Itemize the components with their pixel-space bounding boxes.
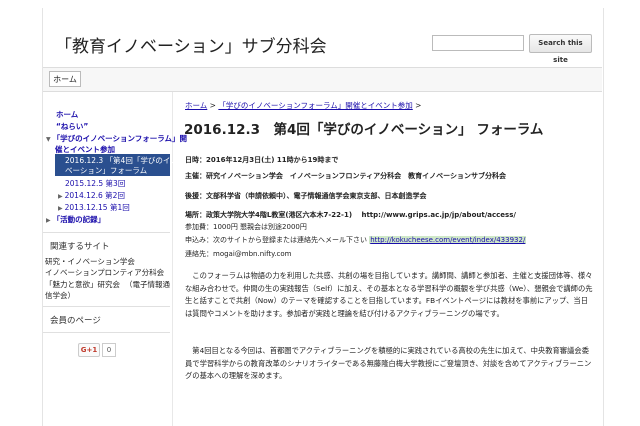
sidebar-item-2014-label: 2014.12.6 第2回 <box>64 191 125 200</box>
sidebar-item-forum[interactable]: ▼ 「学びのイノベーションフォーラム」開 <box>46 134 187 145</box>
event-support: 後援：文部科学省（申請依頼中）、電子情報通信学会東京支部、日本創造学会 <box>185 192 427 200</box>
event-apply: 申込み：次のサイトから登録または連絡先へメール下さい http://kokuch… <box>185 235 527 245</box>
sidebar-item-aim[interactable]: “ねらい” <box>56 122 88 132</box>
sidebar-item-forum-label: 「学びのイノベーションフォーラム」開 <box>52 134 188 143</box>
breadcrumb-home[interactable]: ホーム <box>185 101 207 110</box>
event-contact: 連絡先：mogai@mbn.nifty.com <box>185 250 292 258</box>
detail-paragraph: 第4回目となる今回は、首都圏でアクティブラーニングを積極的に実践されている高校の… <box>185 346 592 380</box>
expand-right-icon[interactable]: ▶ <box>46 216 51 226</box>
breadcrumb: ホーム > 「学びのイノベーションフォーラム」開催とイベント参加 > <box>185 100 421 111</box>
sidebar-divider <box>43 332 170 333</box>
gplus-button[interactable]: G+1 <box>78 343 100 357</box>
sidebar-item-records-label: 「活動の記録」 <box>52 215 106 224</box>
sidebar-divider <box>43 306 170 307</box>
apply-text: 申込み：次のサイトから登録または連絡先へメール下さい <box>185 236 367 244</box>
related-link-ieice[interactable]: （電子情報通 <box>125 280 170 290</box>
search-button[interactable]: Search this site <box>529 34 592 64</box>
related-sites-heading: 関連するサイト <box>50 242 110 252</box>
tab-home[interactable]: ホーム <box>49 71 81 87</box>
breadcrumb-parent[interactable]: 「学びのイノベーションフォーラム」開催とイベント参加 <box>218 101 412 110</box>
sidebar-item-2015[interactable]: 2015.12.5 第3回 <box>65 179 125 189</box>
search-input[interactable] <box>432 35 524 51</box>
site-title[interactable]: 「教育イノベーション」サブ分科会 <box>55 32 327 57</box>
breadcrumb-separator: > <box>415 101 422 110</box>
expand-right-icon[interactable]: ▶ <box>58 192 63 202</box>
expand-right-icon[interactable]: ▶ <box>58 204 63 214</box>
sidebar-divider <box>43 232 170 233</box>
event-date: 日時：2016年12月3日(土) 11時から19時まで <box>185 156 339 164</box>
related-link-society[interactable]: 研究・イノベーション学会 <box>45 257 135 267</box>
event-organizer: 主催：研究イノベーション学会 イノベーションフロンティア分科会 教育イノベーショ… <box>185 172 506 180</box>
sidebar-item-2014[interactable]: ▶ 2014.12.6 第2回 <box>58 191 125 202</box>
members-page-heading[interactable]: 会員のページ <box>50 314 101 326</box>
apply-link[interactable]: http://kokucheese.com/event/index/433932… <box>369 236 527 244</box>
related-link-miryoku[interactable]: 「魅力と意欲」研究会 <box>45 280 120 290</box>
sidebar-item-2013[interactable]: ▶ 2013.12.15 第1回 <box>58 203 130 214</box>
top-nav-bar <box>43 67 602 92</box>
sidebar-item-2013-label: 2013.12.15 第1回 <box>64 203 130 212</box>
sidebar-item-2016[interactable]: 2016.12.3 「第4回「学びのイノ <box>65 156 178 166</box>
sidebar-item-records[interactable]: ▶ 「活動の記録」 <box>46 215 105 226</box>
sidebar-item-home[interactable]: ホーム <box>56 110 78 120</box>
intro-paragraph: このフォーラムは物語の力を利用した共感、共創の場を目指しています。講師間、講師と… <box>185 271 593 318</box>
expand-down-icon[interactable]: ▼ <box>46 135 51 145</box>
related-link-ieice-2[interactable]: 信学会） <box>45 291 75 301</box>
event-venue: 場所：政策大学院大学4階L教室(港区六本木7-22-1) http://www.… <box>185 211 516 219</box>
breadcrumb-separator: > <box>209 101 216 110</box>
page-title: 2016.12.3 第4回「学びのイノベーション」 フォーラム <box>184 122 544 138</box>
related-link-frontier[interactable]: イノベーションプロンティア分科会 <box>45 268 164 278</box>
event-fee: 参加費：1000円 懇親会は別途2000円 <box>185 223 307 231</box>
gplus-count: 0 <box>102 343 116 357</box>
sidebar-item-2016-label-2[interactable]: ベーション」フォーラム <box>65 166 147 176</box>
